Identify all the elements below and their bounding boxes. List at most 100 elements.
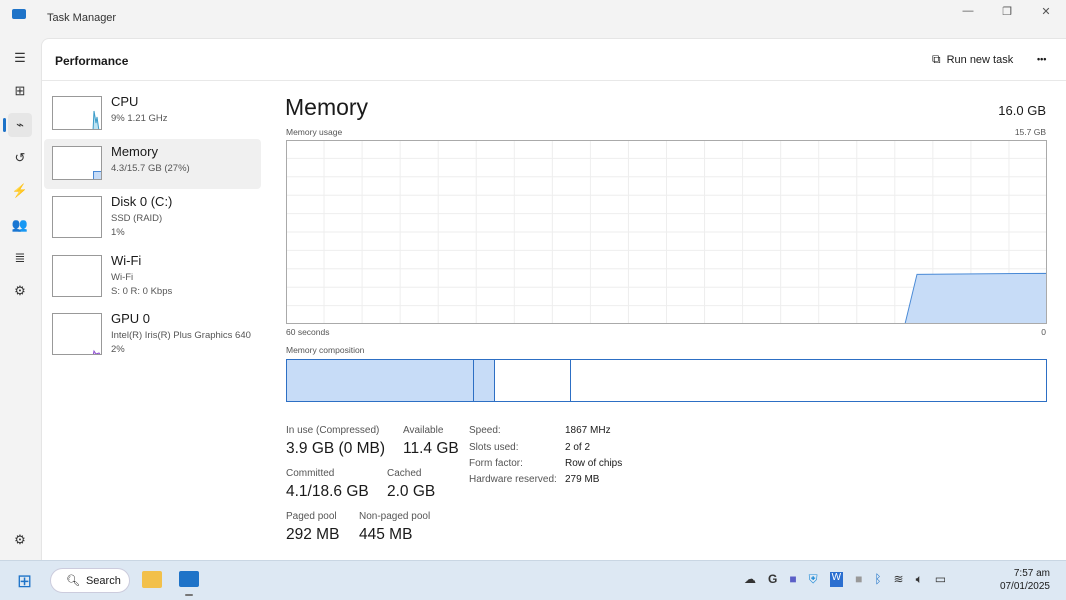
system-tray: ☁ G ■ ⛨ W ■ ᛒ ≋ 🔈︎ ▭	[744, 572, 946, 587]
free-segment[interactable]	[571, 360, 1046, 401]
time: 7:57 am	[1013, 568, 1050, 579]
available-label: Available	[403, 425, 444, 436]
search-box[interactable]: 🔍︎ Search	[50, 568, 130, 593]
item-name: GPU 0	[111, 311, 151, 326]
in-use-value: 3.9 GB (0 MB)	[286, 440, 386, 457]
nonpaged-pool-value: 445 MB	[359, 526, 413, 543]
axis-left-label: 60 seconds	[286, 327, 330, 337]
item-name: Memory	[111, 144, 158, 159]
volume-icon[interactable]: 🔈︎	[916, 572, 923, 587]
users-icon[interactable]: 👥	[8, 213, 32, 237]
item-name: Disk 0 (C:)	[111, 194, 173, 209]
defender-icon[interactable]: ⛨	[809, 572, 818, 587]
task-manager-taskbar-icon[interactable]	[179, 571, 199, 587]
battery-icon[interactable]: ▭	[935, 572, 946, 587]
header: Performance ⧉ Run new task •••	[42, 39, 1066, 81]
item-detail: Wi-Fi	[111, 272, 134, 283]
item-detail: 9% 1.21 GHz	[111, 113, 168, 124]
memory-composition-bar	[286, 359, 1047, 402]
clock[interactable]: 7:57 am 07/01/2025	[1000, 567, 1050, 593]
disk-thumbnail	[52, 196, 102, 238]
item-detail-2: 1%	[111, 227, 125, 238]
in-use-segment[interactable]	[287, 360, 474, 401]
teams-icon[interactable]: ■	[789, 572, 796, 587]
item-detail-2: 2%	[111, 344, 125, 355]
more-options-button[interactable]: •••	[1037, 54, 1046, 64]
settings-icon[interactable]: ⚙	[8, 528, 32, 552]
main-title: Memory	[285, 94, 369, 120]
sidebar-item-disk[interactable]: Disk 0 (C:) SSD (RAID) 1%	[44, 189, 261, 243]
committed-value: 4.1/18.6 GB	[286, 483, 369, 500]
axis-right-label: 0	[1041, 327, 1046, 337]
item-detail: 4.3/15.7 GB (27%)	[111, 163, 190, 174]
sidebar-item-cpu[interactable]: CPU 9% 1.21 GHz	[44, 89, 261, 139]
app-history-icon[interactable]: ↺	[8, 146, 32, 170]
minimize-button[interactable]: —	[953, 5, 983, 17]
form-factor-value: Row of chips	[565, 458, 623, 469]
nav-rail: ☰ ⊞ ⌁ ↺ ⚡ 👥 ≣ ⚙ ⚙	[0, 38, 40, 560]
available-value: 11.4 GB	[403, 440, 459, 457]
processes-icon[interactable]: ⊞	[8, 79, 32, 103]
form-factor-label: Form factor:	[469, 458, 523, 469]
item-detail: Intel(R) Iris(R) Plus Graphics 640	[111, 330, 251, 341]
cpu-thumbnail	[52, 96, 102, 130]
app-tray-icon[interactable]: ■	[855, 572, 862, 587]
details-icon[interactable]: ≣	[8, 246, 32, 270]
grammarly-icon[interactable]: G	[768, 572, 777, 587]
wifi-icon[interactable]: ≋	[894, 572, 904, 587]
selected-indicator	[3, 118, 6, 132]
wifi-thumbnail	[52, 255, 102, 297]
taskbar: ⊞ 🔍︎ Search ☁ G ■ ⛨ W ■ ᛒ ≋ 🔈︎ ▭ 7:57 am …	[0, 560, 1066, 600]
composition-label: Memory composition	[286, 345, 365, 355]
title-bar: Task Manager — ❐ ✕	[0, 0, 1066, 38]
word-icon[interactable]: W	[829, 572, 844, 587]
task-manager-icon	[12, 9, 26, 19]
paged-pool-value: 292 MB	[286, 526, 340, 543]
slots-label: Slots used:	[469, 442, 519, 453]
sidebar-item-memory[interactable]: Memory 4.3/15.7 GB (27%)	[44, 139, 261, 189]
close-button[interactable]: ✕	[1031, 5, 1061, 18]
slots-value: 2 of 2	[565, 442, 591, 453]
sidebar-item-gpu[interactable]: GPU 0 Intel(R) Iris(R) Plus Graphics 640…	[44, 306, 261, 360]
services-icon[interactable]: ⚙	[8, 279, 32, 303]
item-name: CPU	[111, 94, 139, 109]
search-icon: 🔍︎	[66, 575, 80, 587]
nonpaged-pool-label: Non-paged pool	[359, 511, 431, 522]
usage-max: 15.7 GB	[1014, 127, 1046, 137]
modified-segment[interactable]	[474, 360, 495, 401]
memory-usage-area	[904, 272, 1047, 324]
hw-reserved-label: Hardware reserved:	[469, 474, 557, 485]
memory-thumbnail	[52, 146, 102, 180]
speed-value: 1867 MHz	[565, 425, 611, 436]
in-use-label: In use (Compressed)	[286, 425, 380, 436]
run-task-icon: ⧉	[932, 52, 941, 66]
standby-segment[interactable]	[495, 360, 571, 401]
start-icon[interactable]: ⊞	[17, 571, 32, 591]
onedrive-icon[interactable]: ☁	[744, 572, 756, 587]
gpu-thumbnail	[52, 313, 102, 355]
maximize-button[interactable]: ❐	[992, 5, 1022, 18]
speed-label: Speed:	[469, 425, 501, 436]
total-memory: 16.0 GB	[998, 103, 1046, 118]
sidebar-item-wifi[interactable]: Wi-Fi Wi-Fi S: 0 R: 0 Kbps	[44, 248, 261, 302]
cached-label: Cached	[387, 468, 422, 479]
startup-apps-icon[interactable]: ⚡	[8, 179, 32, 203]
page-title: Performance	[55, 54, 129, 68]
item-name: Wi-Fi	[111, 253, 142, 268]
memory-usage-graph	[286, 140, 1047, 324]
item-detail-2: S: 0 R: 0 Kbps	[111, 286, 173, 297]
run-new-task-button[interactable]: ⧉ Run new task	[932, 52, 1013, 67]
run-new-task-label: Run new task	[946, 53, 1014, 66]
hw-reserved-value: 279 MB	[565, 474, 600, 485]
window-title: Task Manager	[47, 12, 117, 24]
date: 07/01/2025	[999, 581, 1050, 592]
paged-pool-label: Paged pool	[286, 511, 337, 522]
file-explorer-icon[interactable]	[142, 571, 162, 588]
performance-icon[interactable]: ⌁	[8, 113, 32, 137]
search-label: Search	[85, 574, 121, 587]
committed-label: Committed	[286, 468, 335, 479]
bluetooth-icon[interactable]: ᛒ	[874, 572, 881, 587]
item-detail: SSD (RAID)	[111, 213, 163, 224]
usage-label: Memory usage	[286, 127, 343, 137]
hamburger-menu-icon[interactable]: ☰	[8, 46, 32, 70]
